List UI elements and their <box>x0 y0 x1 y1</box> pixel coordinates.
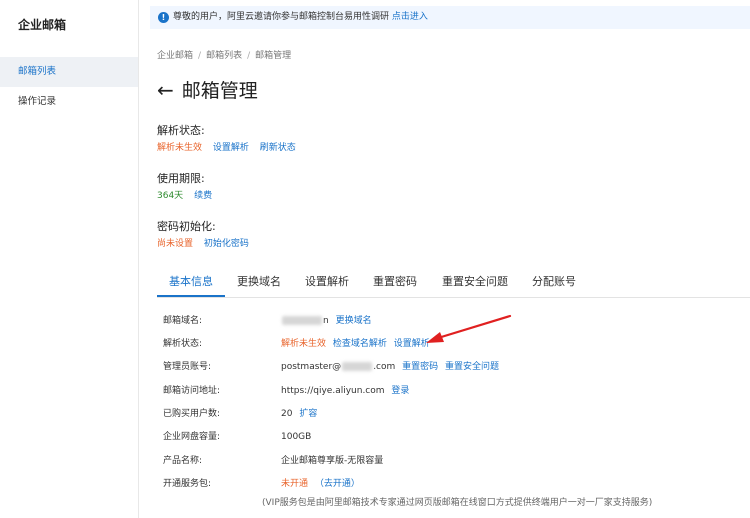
annotation-arrow-icon <box>426 314 512 343</box>
